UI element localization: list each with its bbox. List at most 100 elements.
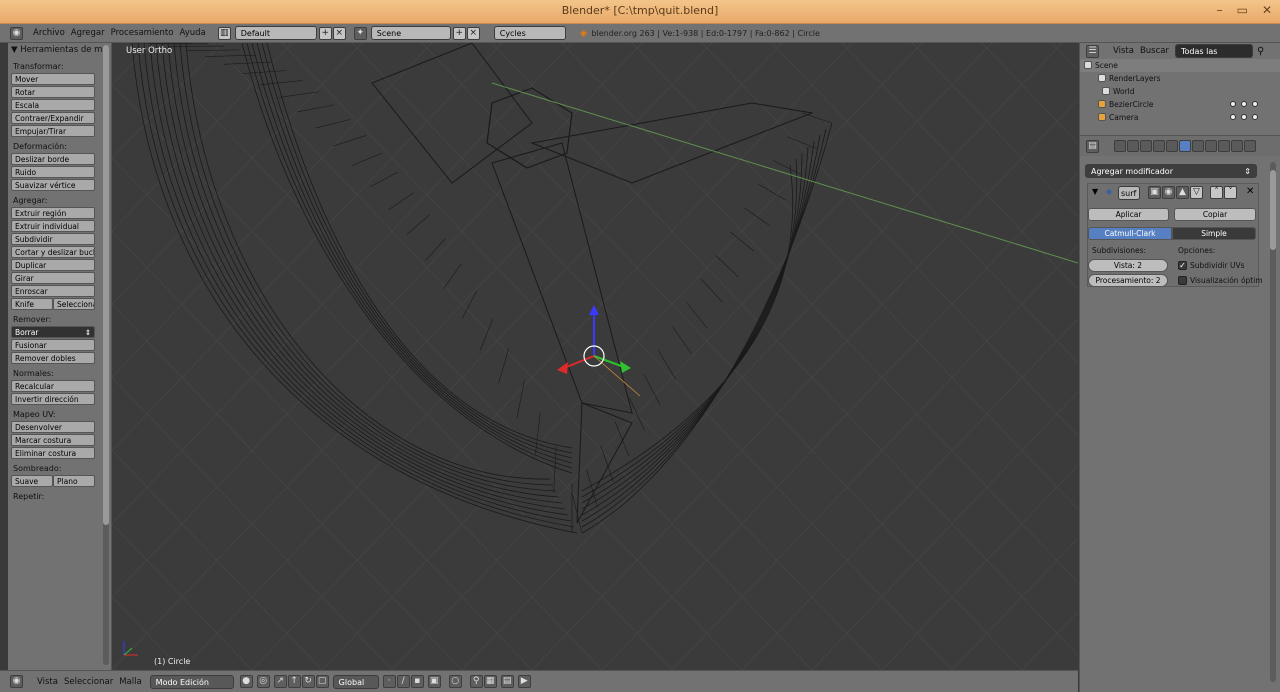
flip-direction-button[interactable]: Invertir dirección	[11, 393, 95, 405]
tool-shelf-scrollbar[interactable]	[103, 45, 109, 665]
add-scene-icon[interactable]: +	[452, 26, 466, 40]
outliner-item-scene[interactable]: Scene	[1080, 59, 1280, 72]
menu-procesamiento[interactable]: Procesamiento	[111, 28, 174, 38]
remove-screen-icon[interactable]: ×	[332, 26, 346, 40]
delete-dropdown[interactable]: Borrar ⇕	[11, 326, 95, 338]
snap-icon[interactable]: ⚲	[469, 675, 483, 688]
outliner-item-world[interactable]: World	[1080, 85, 1280, 98]
minimize-button[interactable]: –	[1217, 3, 1223, 17]
scene-icon[interactable]: ✦	[353, 26, 367, 40]
render-camera-icon[interactable]	[1252, 101, 1258, 107]
modifier-name-field[interactable]: surf	[1118, 186, 1140, 200]
viewport-canvas[interactable]	[112, 43, 1078, 670]
move-down-icon[interactable]: ˅	[1224, 186, 1237, 199]
shade-flat-button[interactable]: Plano	[53, 475, 95, 487]
constraints-tab-icon[interactable]	[1166, 140, 1178, 152]
scene-field[interactable]: Scene	[370, 26, 451, 40]
add-screen-icon[interactable]: +	[318, 26, 332, 40]
physics-tab-icon[interactable]	[1244, 140, 1256, 152]
outliner-item-camera[interactable]: Camera	[1080, 111, 1280, 124]
move-button[interactable]: Mover	[11, 73, 95, 85]
loop-cut-slide-button[interactable]: Cortar y deslizar bucle	[11, 246, 95, 258]
remove-modifier-icon[interactable]: ✕	[1246, 186, 1254, 197]
render-tab-icon[interactable]	[1114, 140, 1126, 152]
select-arrow-icon[interactable]	[1241, 101, 1247, 107]
noise-button[interactable]: Ruido	[11, 166, 95, 178]
screen-layout-icon[interactable]: ▥	[217, 26, 231, 40]
render-preview-icon[interactable]: ▶	[517, 675, 531, 688]
rotate-button[interactable]: Rotar	[11, 86, 95, 98]
mode-dropdown[interactable]: Modo Edición	[149, 674, 234, 689]
menu-buscar[interactable]: Buscar	[1140, 46, 1169, 56]
render-levels-field[interactable]: Procesamiento: 2	[1088, 274, 1168, 287]
texture-tab-icon[interactable]	[1218, 140, 1230, 152]
scrollbar-thumb[interactable]	[103, 45, 109, 525]
edge-select-icon[interactable]: /	[396, 675, 410, 688]
render-engine-dropdown[interactable]: Cycles	[493, 26, 566, 40]
visibility-eye-icon[interactable]	[1230, 114, 1236, 120]
world-tab-icon[interactable]	[1140, 140, 1152, 152]
viewport-toggle-icon[interactable]: ◉	[1162, 186, 1175, 199]
editor-type-icon[interactable]: ◉	[10, 26, 23, 40]
visibility-eye-icon[interactable]	[1230, 101, 1236, 107]
snap-element-icon[interactable]: ▦	[483, 675, 497, 688]
editmode-toggle-icon[interactable]: ▲	[1176, 186, 1189, 199]
apply-button[interactable]: Aplicar	[1088, 208, 1169, 221]
duplicate-button[interactable]: Duplicar	[11, 259, 95, 271]
face-select-icon[interactable]: ▪	[410, 675, 424, 688]
editor-type-icon[interactable]: ◉	[10, 675, 23, 688]
close-button[interactable]: ✕	[1262, 3, 1272, 17]
clear-seam-button[interactable]: Eliminar costura	[11, 447, 95, 459]
outliner-item-beziercircle[interactable]: BezierCircle	[1080, 98, 1280, 111]
outliner-filter-dropdown[interactable]: Todas las escena	[1175, 44, 1253, 70]
render-toggle-icon[interactable]: ▣	[1148, 186, 1161, 199]
object-tab-icon[interactable]	[1153, 140, 1165, 152]
limit-selection-icon[interactable]: ▣	[427, 675, 441, 688]
subdivide-uvs-checkbox[interactable]: ✓	[1178, 261, 1187, 270]
collapse-triangle-icon[interactable]: ▼	[11, 45, 18, 55]
menu-vista[interactable]: Vista	[37, 677, 58, 687]
editor-type-icon[interactable]: ☰	[1086, 44, 1099, 58]
orientation-dropdown[interactable]: Global	[332, 674, 379, 689]
menu-agregar[interactable]: Agregar	[71, 28, 105, 38]
optimal-display-checkbox[interactable]	[1178, 276, 1187, 285]
screw-button[interactable]: Enroscar	[11, 285, 95, 297]
layers-icon[interactable]: ▤	[500, 675, 514, 688]
translate-manipulator-icon[interactable]: ↑	[287, 675, 301, 688]
push-pull-button[interactable]: Empujar/Tirar	[11, 125, 95, 137]
remove-scene-icon[interactable]: ×	[466, 26, 480, 40]
edge-slide-button[interactable]: Deslizar borde	[11, 153, 95, 165]
editor-type-icon[interactable]: ▤	[1086, 139, 1099, 153]
move-up-icon[interactable]: ˄	[1210, 186, 1223, 199]
manipulator-toggle-icon[interactable]: ↗	[273, 675, 287, 688]
unwrap-button[interactable]: Desenvolver	[11, 421, 95, 433]
menu-malla[interactable]: Malla	[119, 677, 141, 687]
shade-smooth-button[interactable]: Suave	[11, 475, 53, 487]
viewport-shading-icon[interactable]: ●	[239, 675, 253, 688]
proportional-edit-icon[interactable]: ○	[448, 675, 462, 688]
search-icon[interactable]: ⚲	[1257, 46, 1264, 57]
rotate-manipulator-icon[interactable]: ↻	[301, 675, 315, 688]
recalculate-normals-button[interactable]: Recalcular	[11, 380, 95, 392]
pivot-point-icon[interactable]: ◎	[256, 675, 270, 688]
scale-manipulator-icon[interactable]: ▢	[315, 675, 329, 688]
catmull-clark-option[interactable]: Catmull-Clark	[1088, 227, 1172, 240]
modifiers-tab-icon[interactable]	[1179, 140, 1191, 152]
expand-triangle-icon[interactable]: ▼	[1092, 187, 1098, 196]
cage-toggle-icon[interactable]: ▽	[1190, 186, 1203, 199]
scene-tab-icon[interactable]	[1127, 140, 1139, 152]
extrude-region-button[interactable]: Extruir región	[11, 207, 95, 219]
merge-button[interactable]: Fusionar	[11, 339, 95, 351]
menu-vista[interactable]: Vista	[1113, 46, 1134, 56]
menu-seleccionar[interactable]: Seleccionar	[64, 677, 113, 687]
screen-layout-field[interactable]: Default	[234, 26, 317, 40]
properties-scrollbar[interactable]	[1270, 162, 1276, 682]
knife-select-button[interactable]: Seleccionar	[53, 298, 95, 310]
copy-button[interactable]: Copiar	[1174, 208, 1256, 221]
knife-button[interactable]: Knife	[11, 298, 53, 310]
particles-tab-icon[interactable]	[1231, 140, 1243, 152]
menu-ayuda[interactable]: Ayuda	[179, 28, 205, 38]
extrude-individual-button[interactable]: Extruir individual	[11, 220, 95, 232]
menu-archivo[interactable]: Archivo	[33, 28, 65, 38]
subdivide-button[interactable]: Subdividir	[11, 233, 95, 245]
